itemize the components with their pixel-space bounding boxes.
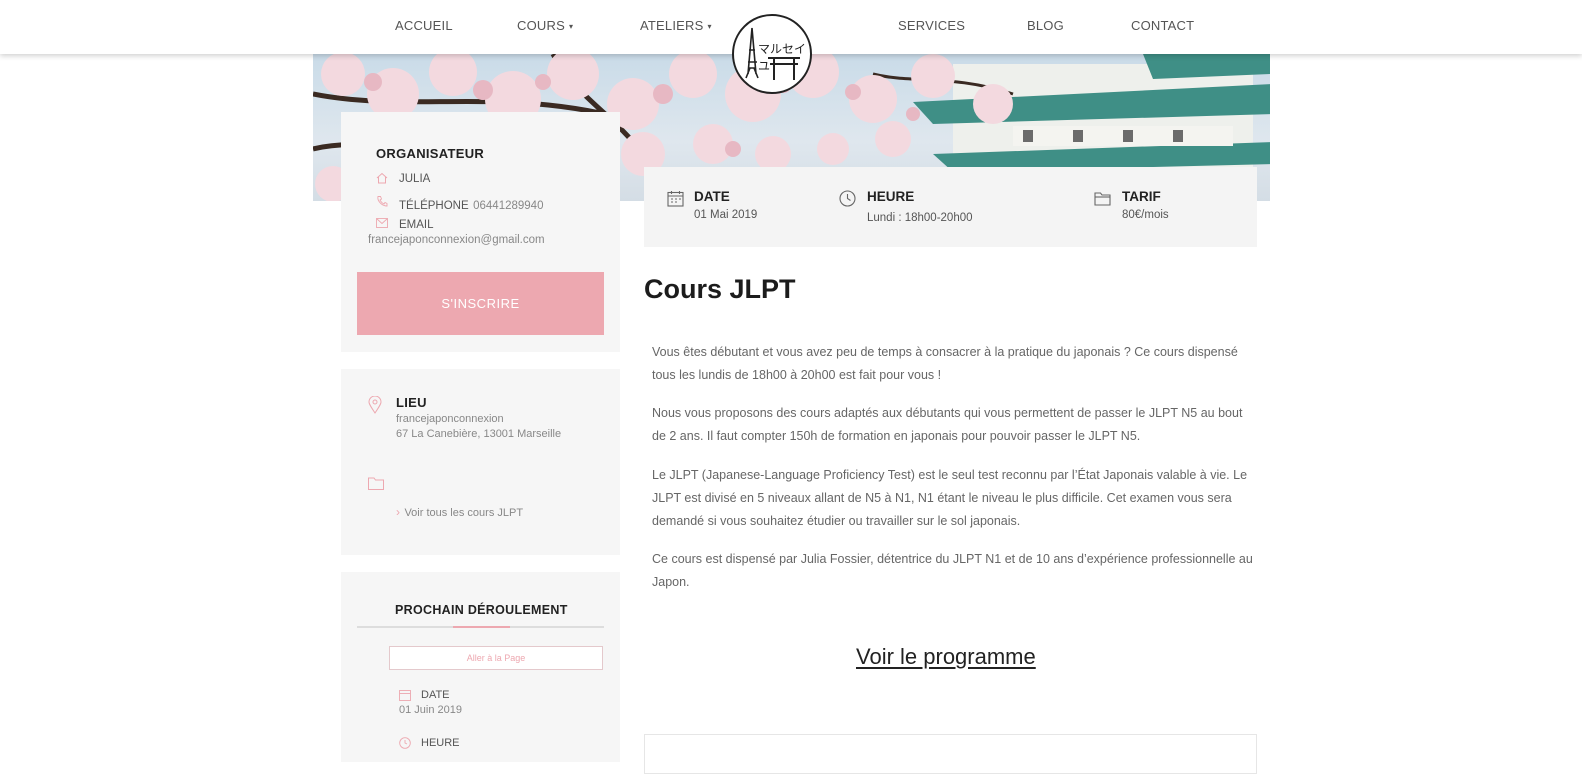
calendar-icon	[667, 191, 684, 207]
register-button[interactable]: S'INSCRIRE	[357, 272, 604, 335]
nav-ateliers[interactable]: ATELIERS ▾	[640, 18, 712, 33]
calendar-icon	[399, 690, 411, 701]
course-info-bar: DATE 01 Mai 2019 HEURE Lundi : 18h00-20h…	[644, 167, 1257, 247]
heading-accent	[453, 626, 510, 628]
mail-icon	[376, 218, 388, 228]
next-session-card: PROCHAIN DÉROULEMENT Aller à la Page DAT…	[341, 572, 620, 762]
location-name: francejaponconnexion	[396, 413, 504, 425]
next-date-label: DATE	[421, 689, 450, 701]
price-value: 80€/mois	[1122, 209, 1169, 221]
content-box	[644, 734, 1257, 774]
nav-contact[interactable]: CONTACT	[1131, 18, 1194, 33]
all-courses-link[interactable]: › Voir tous les cours JLPT	[396, 503, 523, 521]
folder-icon	[368, 477, 384, 490]
email-label: EMAIL	[399, 219, 434, 231]
email-value[interactable]: francejaponconnexion@gmail.com	[368, 234, 545, 246]
course-paragraph: Le JLPT (Japanese-Language Proficiency T…	[652, 468, 1248, 528]
logo-text: マルセイユ	[758, 42, 807, 73]
nav-accueil[interactable]: ACCUEIL	[395, 18, 453, 33]
phone-value[interactable]: 06441289940	[473, 200, 543, 212]
phone-icon	[377, 196, 388, 207]
organizer-heading: ORGANISATEUR	[376, 146, 485, 161]
date-label: DATE	[694, 189, 730, 204]
program-link[interactable]: Voir le programme	[856, 644, 1036, 670]
folder-icon	[1094, 192, 1111, 206]
phone-label: TÉLÉPHONE	[399, 200, 469, 212]
clock-icon	[839, 190, 856, 207]
next-date-value: 01 Juin 2019	[399, 704, 462, 716]
goto-page-button[interactable]: Aller à la Page	[389, 646, 603, 670]
all-courses-label: Voir tous les cours JLPT	[404, 507, 524, 519]
map-pin-icon	[368, 396, 382, 414]
course-paragraph: Nous vous proposons des cours adaptés au…	[652, 406, 1243, 443]
chevron-down-icon: ▾	[707, 22, 712, 32]
chevron-down-icon: ▾	[568, 22, 574, 32]
nav-blog[interactable]: BLOG	[1027, 18, 1064, 33]
organizer-card: ORGANISATEUR JULIA TÉLÉPHONE 06441289940…	[341, 112, 620, 352]
price-label: TARIF	[1122, 189, 1161, 204]
organizer-name: JULIA	[399, 173, 431, 185]
nav-cours[interactable]: COURS ▾	[517, 18, 573, 33]
course-paragraph: Ce cours est dispensé par Julia Fossier,…	[652, 552, 1253, 589]
site-logo[interactable]: マルセイユ	[732, 14, 812, 94]
course-paragraph: Vous êtes débutant et vous avez peu de t…	[652, 345, 1238, 382]
home-icon	[376, 172, 388, 184]
location-card: LIEU francejaponconnexion 67 La Canebièr…	[341, 369, 620, 555]
location-address: 67 La Canebière, 13001 Marseille	[396, 428, 562, 440]
chevron-right-icon: ›	[396, 505, 400, 519]
next-session-heading: PROCHAIN DÉROULEMENT	[395, 603, 568, 617]
nav-cours-label: COURS	[517, 18, 565, 33]
date-value: 01 Mai 2019	[694, 209, 758, 221]
hour-label: HEURE	[867, 189, 915, 204]
nav-ateliers-label: ATELIERS	[640, 18, 704, 33]
nav-services[interactable]: SERVICES	[898, 18, 965, 33]
hour-value: Lundi : 18h00-20h00	[867, 212, 973, 224]
course-title: Cours JLPT	[644, 274, 796, 304]
clock-icon	[399, 737, 411, 749]
location-heading: LIEU	[396, 395, 427, 410]
next-hour-label: HEURE	[421, 737, 460, 749]
